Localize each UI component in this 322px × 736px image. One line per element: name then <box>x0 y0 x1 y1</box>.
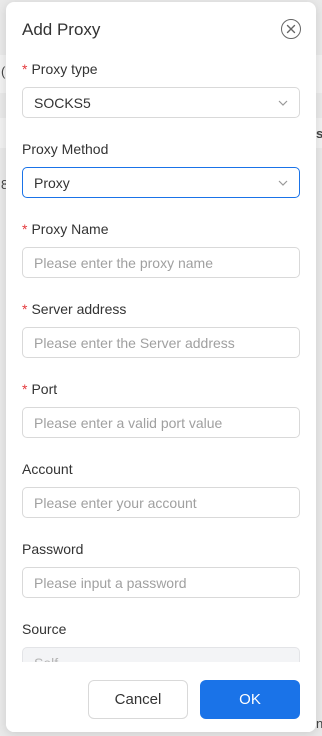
proxy-name-label: * Proxy Name <box>22 221 109 237</box>
proxy-method-select[interactable]: Proxy <box>22 167 300 198</box>
proxy-method-label: Proxy Method <box>22 141 109 157</box>
port-label: * Port <box>22 381 58 397</box>
dialog-footer: Cancel OK <box>6 662 316 732</box>
proxy-name-input[interactable] <box>23 248 299 277</box>
background-text: n <box>316 716 322 731</box>
required-marker: * <box>22 381 28 397</box>
source-input <box>23 648 299 662</box>
account-field[interactable] <box>22 487 300 518</box>
cancel-button[interactable]: Cancel <box>88 680 188 719</box>
proxy-type-value: SOCKS5 <box>34 95 91 111</box>
source-label: Source <box>22 621 67 637</box>
password-input[interactable] <box>23 568 299 597</box>
proxy-type-select[interactable]: SOCKS5 <box>22 87 300 118</box>
background-text: ( <box>1 64 6 79</box>
ok-button[interactable]: OK <box>200 680 300 719</box>
background-text: s <box>316 126 322 141</box>
port-field[interactable] <box>22 407 300 438</box>
account-label: Account <box>22 461 73 477</box>
required-marker: * <box>22 61 28 77</box>
server-address-input[interactable] <box>23 328 299 357</box>
server-address-field[interactable] <box>22 327 300 358</box>
port-input[interactable] <box>23 408 299 437</box>
required-marker: * <box>22 221 28 237</box>
chevron-down-icon <box>278 100 288 106</box>
source-field <box>22 647 300 662</box>
proxy-method-value: Proxy <box>34 175 70 191</box>
close-icon[interactable] <box>281 19 301 39</box>
proxy-type-label: * Proxy type <box>22 61 98 77</box>
password-label: Password <box>22 541 84 557</box>
required-marker: * <box>22 301 28 317</box>
password-field[interactable] <box>22 567 300 598</box>
account-input[interactable] <box>23 488 299 517</box>
server-address-label: * Server address <box>22 301 127 317</box>
chevron-down-icon <box>278 180 288 186</box>
proxy-name-field[interactable] <box>22 247 300 278</box>
add-proxy-dialog: Add Proxy * Proxy type SOCKS5 Proxy Metho… <box>6 2 316 732</box>
form-body[interactable]: * Proxy type SOCKS5 Proxy Method Proxy * P… <box>6 42 316 662</box>
dialog-title: Add Proxy <box>22 20 101 39</box>
